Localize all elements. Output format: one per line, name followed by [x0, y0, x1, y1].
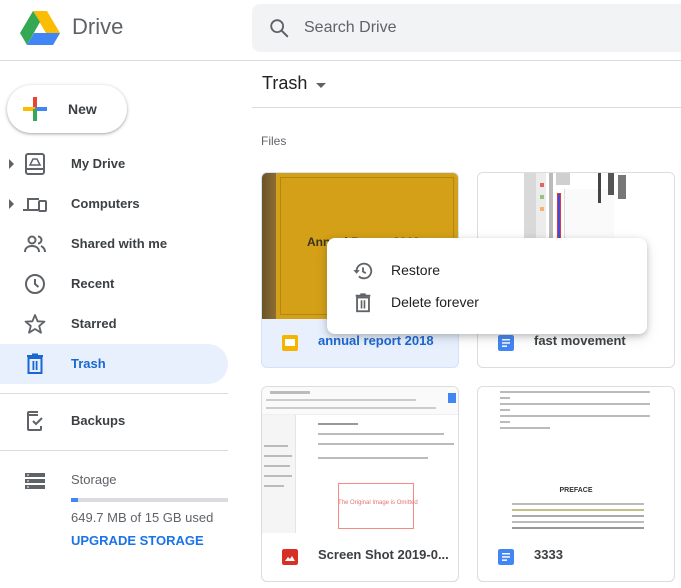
- search-input[interactable]: [304, 4, 664, 52]
- storage-icon: [25, 473, 45, 489]
- docs-file-icon: [498, 335, 514, 351]
- section-label-files: Files: [261, 134, 287, 148]
- thumbnail-text: The Original Image is Omitted: [338, 500, 418, 506]
- sidebar-item-label: Trash: [71, 356, 106, 371]
- sidebar-item-label: My Drive: [71, 156, 126, 171]
- menu-item-delete-forever[interactable]: Delete forever: [327, 286, 647, 318]
- restore-history-icon: [353, 262, 373, 280]
- sidebar-item-label: Computers: [71, 196, 140, 211]
- sidebar-divider: [0, 450, 228, 451]
- sidebar-item-backups[interactable]: Backups: [0, 401, 228, 441]
- new-button[interactable]: New: [7, 85, 127, 133]
- file-thumbnail: PREFACE: [478, 387, 674, 533]
- backups-phone-icon: [27, 411, 43, 431]
- storage-used-text: 649.7 MB of 15 GB used: [71, 510, 214, 525]
- computers-icon: [23, 198, 47, 212]
- menu-item-label: Delete forever: [391, 294, 479, 310]
- clock-icon: [25, 274, 45, 294]
- sidebar-item-label: Backups: [71, 413, 126, 428]
- thumbnail-text: PREFACE: [559, 487, 593, 494]
- sidebar-item-trash[interactable]: Trash: [0, 344, 228, 384]
- menu-item-restore[interactable]: Restore: [327, 254, 647, 286]
- menu-item-label: Restore: [391, 262, 441, 278]
- sidebar-item-starred[interactable]: Starred: [0, 304, 228, 344]
- storage-label: Storage: [71, 472, 117, 487]
- shared-people-icon: [24, 235, 46, 253]
- file-name: Screen Shot 2019-0...: [318, 547, 449, 562]
- file-name: annual report 2018: [318, 333, 434, 348]
- app-header: Drive: [0, 0, 681, 61]
- search-icon[interactable]: [268, 17, 290, 39]
- file-card-screen-shot[interactable]: The Original Image is Omitted Screen Sho…: [261, 386, 459, 582]
- file-name: fast movement: [534, 333, 626, 348]
- sidebar-item-computers[interactable]: Computers: [0, 184, 228, 224]
- trash-icon: [355, 293, 371, 313]
- upgrade-storage-link[interactable]: UPGRADE STORAGE: [71, 533, 204, 548]
- sidebar-item-my-drive[interactable]: My Drive: [0, 144, 228, 184]
- trash-icon: [27, 353, 43, 374]
- image-file-icon: [282, 549, 298, 565]
- my-drive-icon: [25, 153, 45, 175]
- file-name: 3333: [534, 547, 563, 562]
- caret-down-icon[interactable]: [316, 83, 326, 88]
- storage-usage-fill: [71, 498, 78, 502]
- google-drive-logo[interactable]: [20, 11, 60, 47]
- file-card-3333[interactable]: PREFACE 3333: [477, 386, 675, 582]
- expand-arrow-icon[interactable]: [9, 199, 14, 209]
- page-title[interactable]: Trash: [262, 73, 307, 94]
- brand-name: Drive: [72, 14, 124, 39]
- sidebar-item-recent[interactable]: Recent: [0, 264, 228, 304]
- sidebar-item-label: Starred: [71, 316, 117, 331]
- expand-arrow-icon[interactable]: [9, 159, 14, 169]
- sidebar-nav: My Drive Computers Shared with me Recent…: [0, 144, 240, 384]
- search-bar[interactable]: [252, 4, 681, 52]
- multicolor-plus-icon: [23, 97, 47, 121]
- new-button-label: New: [68, 101, 97, 117]
- docs-file-icon: [498, 549, 514, 565]
- sidebar-item-label: Shared with me: [71, 236, 168, 251]
- sidebar-divider: [0, 393, 228, 394]
- sidebar-item-label: Recent: [71, 276, 115, 291]
- sidebar-item-shared-with-me[interactable]: Shared with me: [0, 224, 228, 264]
- slides-file-icon: [282, 335, 298, 351]
- main-divider: [252, 107, 681, 108]
- context-menu: Restore Delete forever: [327, 238, 647, 334]
- file-thumbnail: The Original Image is Omitted: [262, 387, 458, 533]
- storage-usage-bar: [71, 498, 228, 502]
- star-icon: [24, 314, 46, 334]
